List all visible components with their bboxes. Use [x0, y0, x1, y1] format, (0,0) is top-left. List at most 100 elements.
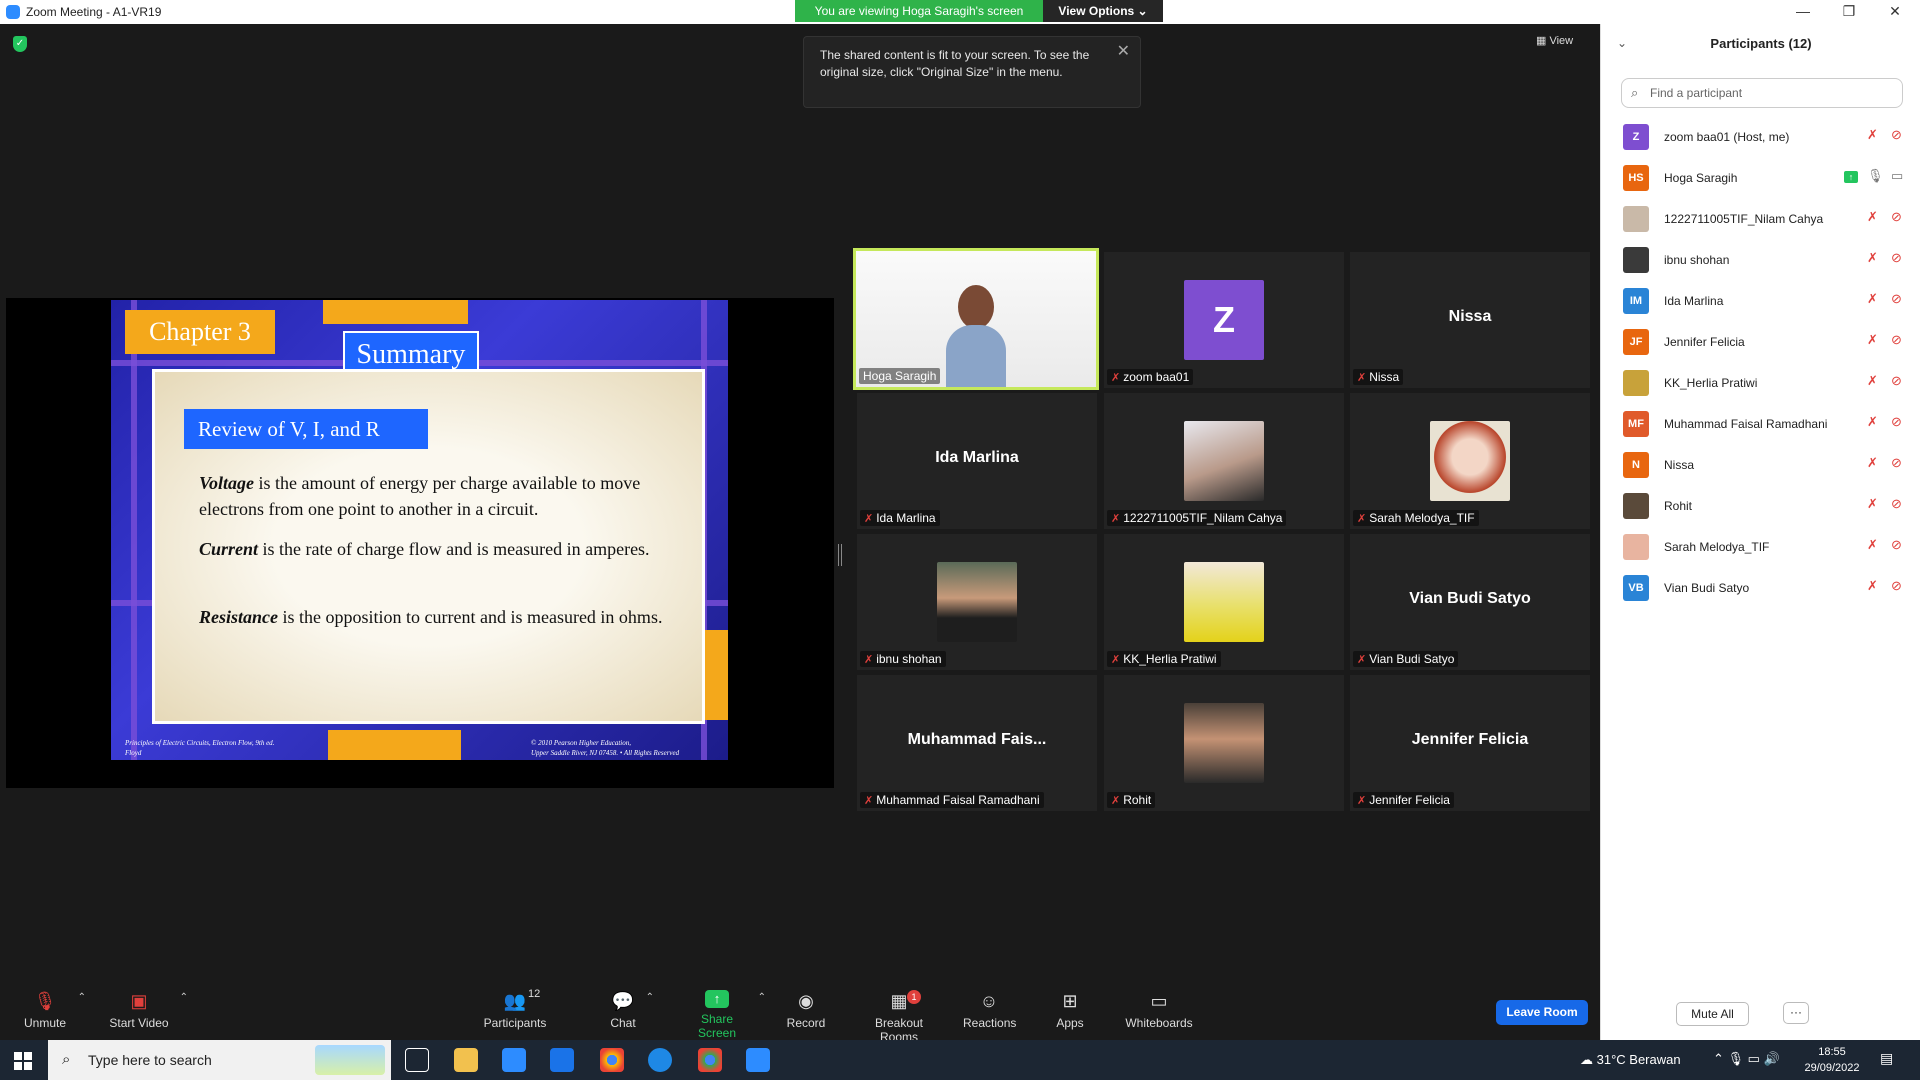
teamviewer-icon[interactable] [648, 1048, 672, 1072]
video-off-icon[interactable]: ⊘ [1891, 373, 1902, 389]
start-video-button[interactable]: ▣ Start Video ⌃ [108, 990, 188, 1030]
participant-row[interactable]: Sarah Melodya_TIF ✗ ⊘ [1623, 528, 1913, 569]
participant-row[interactable]: 1222711005TIF_Nilam Cahya ✗ ⊘ [1623, 200, 1913, 241]
chrome-icon[interactable] [600, 1048, 624, 1072]
participant-row[interactable]: IM Ida Marlina ✗ ⊘ [1623, 282, 1913, 323]
muted-mic-icon[interactable]: ✗ [1867, 250, 1878, 266]
muted-mic-icon[interactable]: ✗ [1867, 414, 1878, 430]
muted-mic-icon[interactable]: ✗ [1867, 209, 1878, 225]
video-icon[interactable]: ▭ [1891, 168, 1903, 184]
participant-row[interactable]: Rohit ✗ ⊘ [1623, 487, 1913, 528]
muted-mic-icon[interactable]: ✗ [1867, 291, 1878, 307]
tile-name: Rohit [1123, 793, 1152, 807]
muted-mic-icon[interactable]: ✗ [1867, 537, 1878, 553]
muted-mic-icon[interactable]: ✗ [1867, 496, 1878, 512]
taskbar-search-input[interactable]: ⌕ Type here to search [48, 1040, 391, 1080]
muted-mic-icon[interactable]: ✗ [1867, 578, 1878, 594]
video-tile-zoom-baa01[interactable]: Z ✗ zoom baa01 [1104, 252, 1344, 388]
participant-row[interactable]: JF Jennifer Felicia ✗ ⊘ [1623, 323, 1913, 364]
security-shield-icon[interactable]: ✓ [13, 36, 27, 52]
reactions-button[interactable]: ☺ Reactions [963, 990, 1016, 1030]
file-explorer-icon[interactable] [454, 1048, 478, 1072]
participant-name: KK_Herlia Pratiwi [1664, 376, 1758, 390]
weather-text: 31°C Berawan [1596, 1052, 1681, 1067]
tile-name: Hoga Saragih [863, 369, 937, 383]
video-tile-sarah-melodya[interactable]: ✗ Sarah Melodya_TIF [1350, 393, 1590, 529]
participant-row[interactable]: KK_Herlia Pratiwi ✗ ⊘ [1623, 364, 1913, 405]
video-off-icon[interactable]: ⊘ [1891, 496, 1902, 512]
participant-search-input[interactable]: ⌕ Find a participant [1621, 78, 1903, 108]
video-tile-ibnu-shohan[interactable]: ✗ ibnu shohan [857, 534, 1097, 670]
store-icon[interactable] [502, 1048, 526, 1072]
breakout-rooms-button[interactable]: ▦ 1 Breakout Rooms [855, 990, 943, 1044]
participant-row[interactable]: HS Hoga Saragih ↑ 🎙 ▭ [1623, 159, 1913, 200]
unmute-button[interactable]: 🎙 Unmute ⌃ [22, 990, 86, 1030]
muted-mic-icon[interactable]: ✗ [1867, 127, 1878, 143]
apps-button[interactable]: ⊞ Apps [1054, 990, 1086, 1030]
windows-start-button[interactable] [14, 1052, 32, 1070]
chat-button[interactable]: 💬 Chat ⌃ [608, 990, 654, 1030]
video-off-icon[interactable]: ⊘ [1891, 250, 1902, 266]
taskbar-clock[interactable]: 18:55 29/09/2022 [1800, 1044, 1864, 1076]
participant-name: Sarah Melodya_TIF [1664, 540, 1770, 554]
video-off-icon[interactable]: ⊘ [1891, 455, 1902, 471]
view-button[interactable]: ▦ View [1536, 34, 1573, 47]
video-tile-jennifer-felicia[interactable]: Jennifer Felicia ✗ Jennifer Felicia [1350, 675, 1590, 811]
whiteboards-button[interactable]: ▭ Whiteboards [1124, 990, 1194, 1030]
chevron-up-icon[interactable]: ⌃ [78, 992, 86, 1003]
chrome-profile-icon[interactable] [698, 1048, 722, 1072]
close-window-button[interactable]: ✕ [1872, 0, 1918, 24]
shared-screen[interactable]: Chapter 3 Summary Review of V, I, and R … [6, 298, 834, 788]
participant-row[interactable]: N Nissa ✗ ⊘ [1623, 446, 1913, 487]
video-tile-vian-budi-satyo[interactable]: Vian Budi Satyo ✗ Vian Budi Satyo [1350, 534, 1590, 670]
participants-button[interactable]: 👥 12 Participants [482, 988, 548, 1030]
participants-title: Participants (12) [1710, 36, 1812, 51]
voltage-paragraph: Voltage is the amount of energy per char… [199, 470, 679, 522]
participant-name: Vian Budi Satyo [1664, 581, 1750, 595]
participant-row[interactable]: Zzoom baa01 (Host, me) ✗ ⊘ [1623, 118, 1913, 159]
video-off-icon[interactable]: ⊘ [1891, 127, 1902, 143]
muted-mic-icon[interactable]: ✗ [1867, 373, 1878, 389]
record-button[interactable]: ◉ Record [786, 990, 826, 1030]
mic-icon[interactable]: 🎙 [1867, 168, 1884, 184]
video-off-icon[interactable]: ⊘ [1891, 414, 1902, 430]
video-tile-nilam-cahya[interactable]: ✗ 1222711005TIF_Nilam Cahya [1104, 393, 1344, 529]
video-off-icon[interactable]: ⊘ [1891, 332, 1902, 348]
video-off-icon[interactable]: ⊘ [1891, 291, 1902, 307]
chevron-up-icon[interactable]: ⌃ [646, 992, 654, 1003]
view-options-button[interactable]: View Options ⌄ [1043, 0, 1163, 22]
chevron-up-icon[interactable]: ⌃ [758, 992, 766, 1003]
notification-icon[interactable]: ▤ [1880, 1050, 1893, 1067]
leave-room-button[interactable]: Leave Room [1496, 1000, 1588, 1025]
search-placeholder: Find a participant [1650, 86, 1743, 100]
chevron-up-icon[interactable]: ⌃ [180, 992, 188, 1003]
more-options-button[interactable]: ··· [1783, 1002, 1809, 1024]
video-off-icon[interactable]: ⊘ [1891, 578, 1902, 594]
muted-mic-icon[interactable]: ✗ [1867, 455, 1878, 471]
weather-widget[interactable]: ☁ 31°C Berawan [1580, 1052, 1681, 1068]
video-tile-hoga-saragih[interactable]: Hoga Saragih [853, 248, 1099, 390]
mute-all-button[interactable]: Mute All [1676, 1002, 1749, 1026]
video-tile-ida-marlina[interactable]: Ida Marlina ✗ Ida Marlina [857, 393, 1097, 529]
breakout-badge: 1 [907, 990, 921, 1004]
participant-row[interactable]: ibnu shohan ✗ ⊘ [1623, 241, 1913, 282]
participant-row[interactable]: MF Muhammad Faisal Ramadhani ✗ ⊘ [1623, 405, 1913, 446]
video-tile-herlia-pratiwi[interactable]: ✗ KK_Herlia Pratiwi [1104, 534, 1344, 670]
task-view-icon[interactable] [405, 1048, 429, 1072]
mail-icon[interactable] [550, 1048, 574, 1072]
muted-mic-icon[interactable]: ✗ [1867, 332, 1878, 348]
tray-icons[interactable]: ⌃ 🎙 ▭ 🔊 [1713, 1051, 1780, 1067]
video-tile-muhammad-faisal[interactable]: Muhammad Fais... ✗ Muhammad Faisal Ramadh… [857, 675, 1097, 811]
restore-button[interactable]: ❐ [1826, 0, 1872, 24]
split-view-handle[interactable] [838, 544, 842, 566]
zoom-taskbar-icon[interactable] [746, 1048, 770, 1072]
video-off-icon[interactable]: ⊘ [1891, 537, 1902, 553]
minimize-button[interactable]: — [1780, 0, 1826, 24]
video-off-icon[interactable]: ⊘ [1891, 209, 1902, 225]
share-screen-button[interactable]: ↑ Share Screen ⌃ [682, 990, 766, 1040]
close-icon[interactable]: ✕ [1117, 43, 1130, 60]
video-tile-rohit[interactable]: ✗ Rohit [1104, 675, 1344, 811]
participant-row[interactable]: VB Vian Budi Satyo ✗ ⊘ [1623, 569, 1913, 610]
slide-decoration [328, 730, 461, 760]
video-tile-nissa[interactable]: Nissa ✗ Nissa [1350, 252, 1590, 388]
